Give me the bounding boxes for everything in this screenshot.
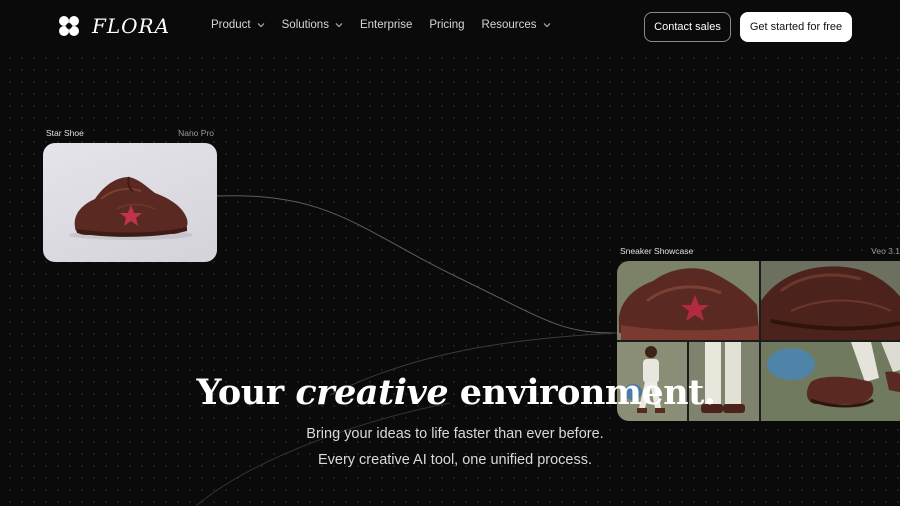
hero-title-end: environment. [448, 372, 716, 413]
menu-label: Resources [481, 19, 537, 31]
chevron-down-icon [257, 23, 265, 28]
shoe-image [69, 176, 193, 240]
menu-label: Product [211, 19, 251, 31]
showcase-tile-shoe-side [617, 261, 759, 340]
main-menu: Product Solutions Enterprise Pricing Res… [211, 19, 551, 31]
node-model: Nano Pro [178, 128, 214, 138]
top-navbar: FLORA Product Solutions Enterprise Prici… [0, 0, 900, 54]
image-node-star-shoe[interactable] [43, 143, 217, 262]
hero-title-start: Your [196, 372, 296, 413]
chevron-down-icon [543, 23, 550, 28]
node-title: Star Shoe [46, 128, 84, 138]
menu-item-enterprise[interactable]: Enterprise [360, 19, 412, 31]
menu-item-pricing[interactable]: Pricing [429, 19, 464, 31]
hero-subtitle-line1: Bring your ideas to life faster than eve… [306, 426, 604, 442]
menu-label: Pricing [429, 19, 465, 31]
menu-item-resources[interactable]: Resources [482, 19, 551, 31]
hero-headline: Your creative environment. [0, 372, 900, 413]
menu-item-product[interactable]: Product [211, 19, 265, 31]
showcase-tile-shoe-closeup [761, 261, 900, 340]
menu-label: Enterprise [359, 19, 413, 31]
logo-wordmark: FLORA [92, 14, 171, 38]
node-title: Sneaker Showcase [620, 246, 694, 256]
get-started-button[interactable]: Get started for free [740, 12, 852, 42]
flora-logo-icon [59, 16, 79, 36]
hero-subtitle-line2: Every creative AI tool, one unified proc… [317, 452, 593, 468]
chevron-down-icon [335, 23, 343, 28]
menu-label: Solutions [281, 19, 329, 31]
contact-sales-button[interactable]: Contact sales [644, 12, 731, 42]
node-model: Veo 3.1 [871, 246, 900, 256]
menu-item-solutions[interactable]: Solutions [282, 19, 343, 31]
logo[interactable]: FLORA [58, 14, 170, 38]
hero-title-emphasis: creative [295, 372, 449, 413]
